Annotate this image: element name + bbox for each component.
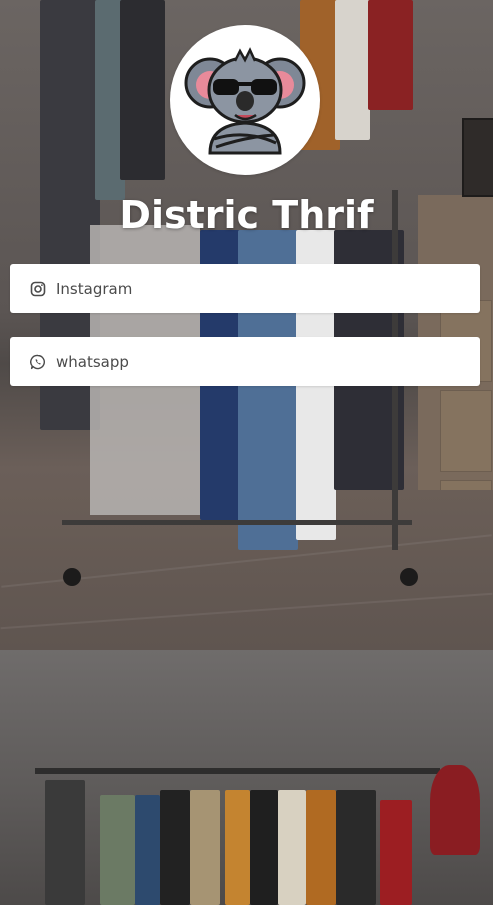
garment [250,790,278,905]
koala-sunglasses-icon [184,47,306,155]
instagram-link-label: Instagram [56,279,133,298]
garment [160,790,190,905]
drawer-panel [440,390,492,472]
rack-wheel [400,568,418,586]
garment [306,790,336,905]
garment [336,790,376,905]
rack-rail [35,768,440,774]
garment [120,0,165,180]
picture-frame [462,118,493,197]
garment [225,790,250,905]
rack-wheel [63,568,81,586]
garment [190,790,220,905]
whatsapp-icon [30,354,46,370]
garment [100,795,135,905]
garment [135,795,160,905]
garment [380,800,412,905]
page-title: Distric Thrif [119,193,374,237]
whatsapp-link-button[interactable]: whatsapp [10,337,480,386]
garment [368,0,413,110]
instagram-icon [30,281,46,297]
garment [278,790,306,905]
garment [335,0,370,140]
hat [430,765,480,855]
whatsapp-link-label: whatsapp [56,352,129,371]
background-photo-bottom [0,650,493,905]
rack-rail [62,520,412,525]
profile-avatar [170,25,320,175]
garment [45,780,85,905]
instagram-link-button[interactable]: Instagram [10,264,480,313]
